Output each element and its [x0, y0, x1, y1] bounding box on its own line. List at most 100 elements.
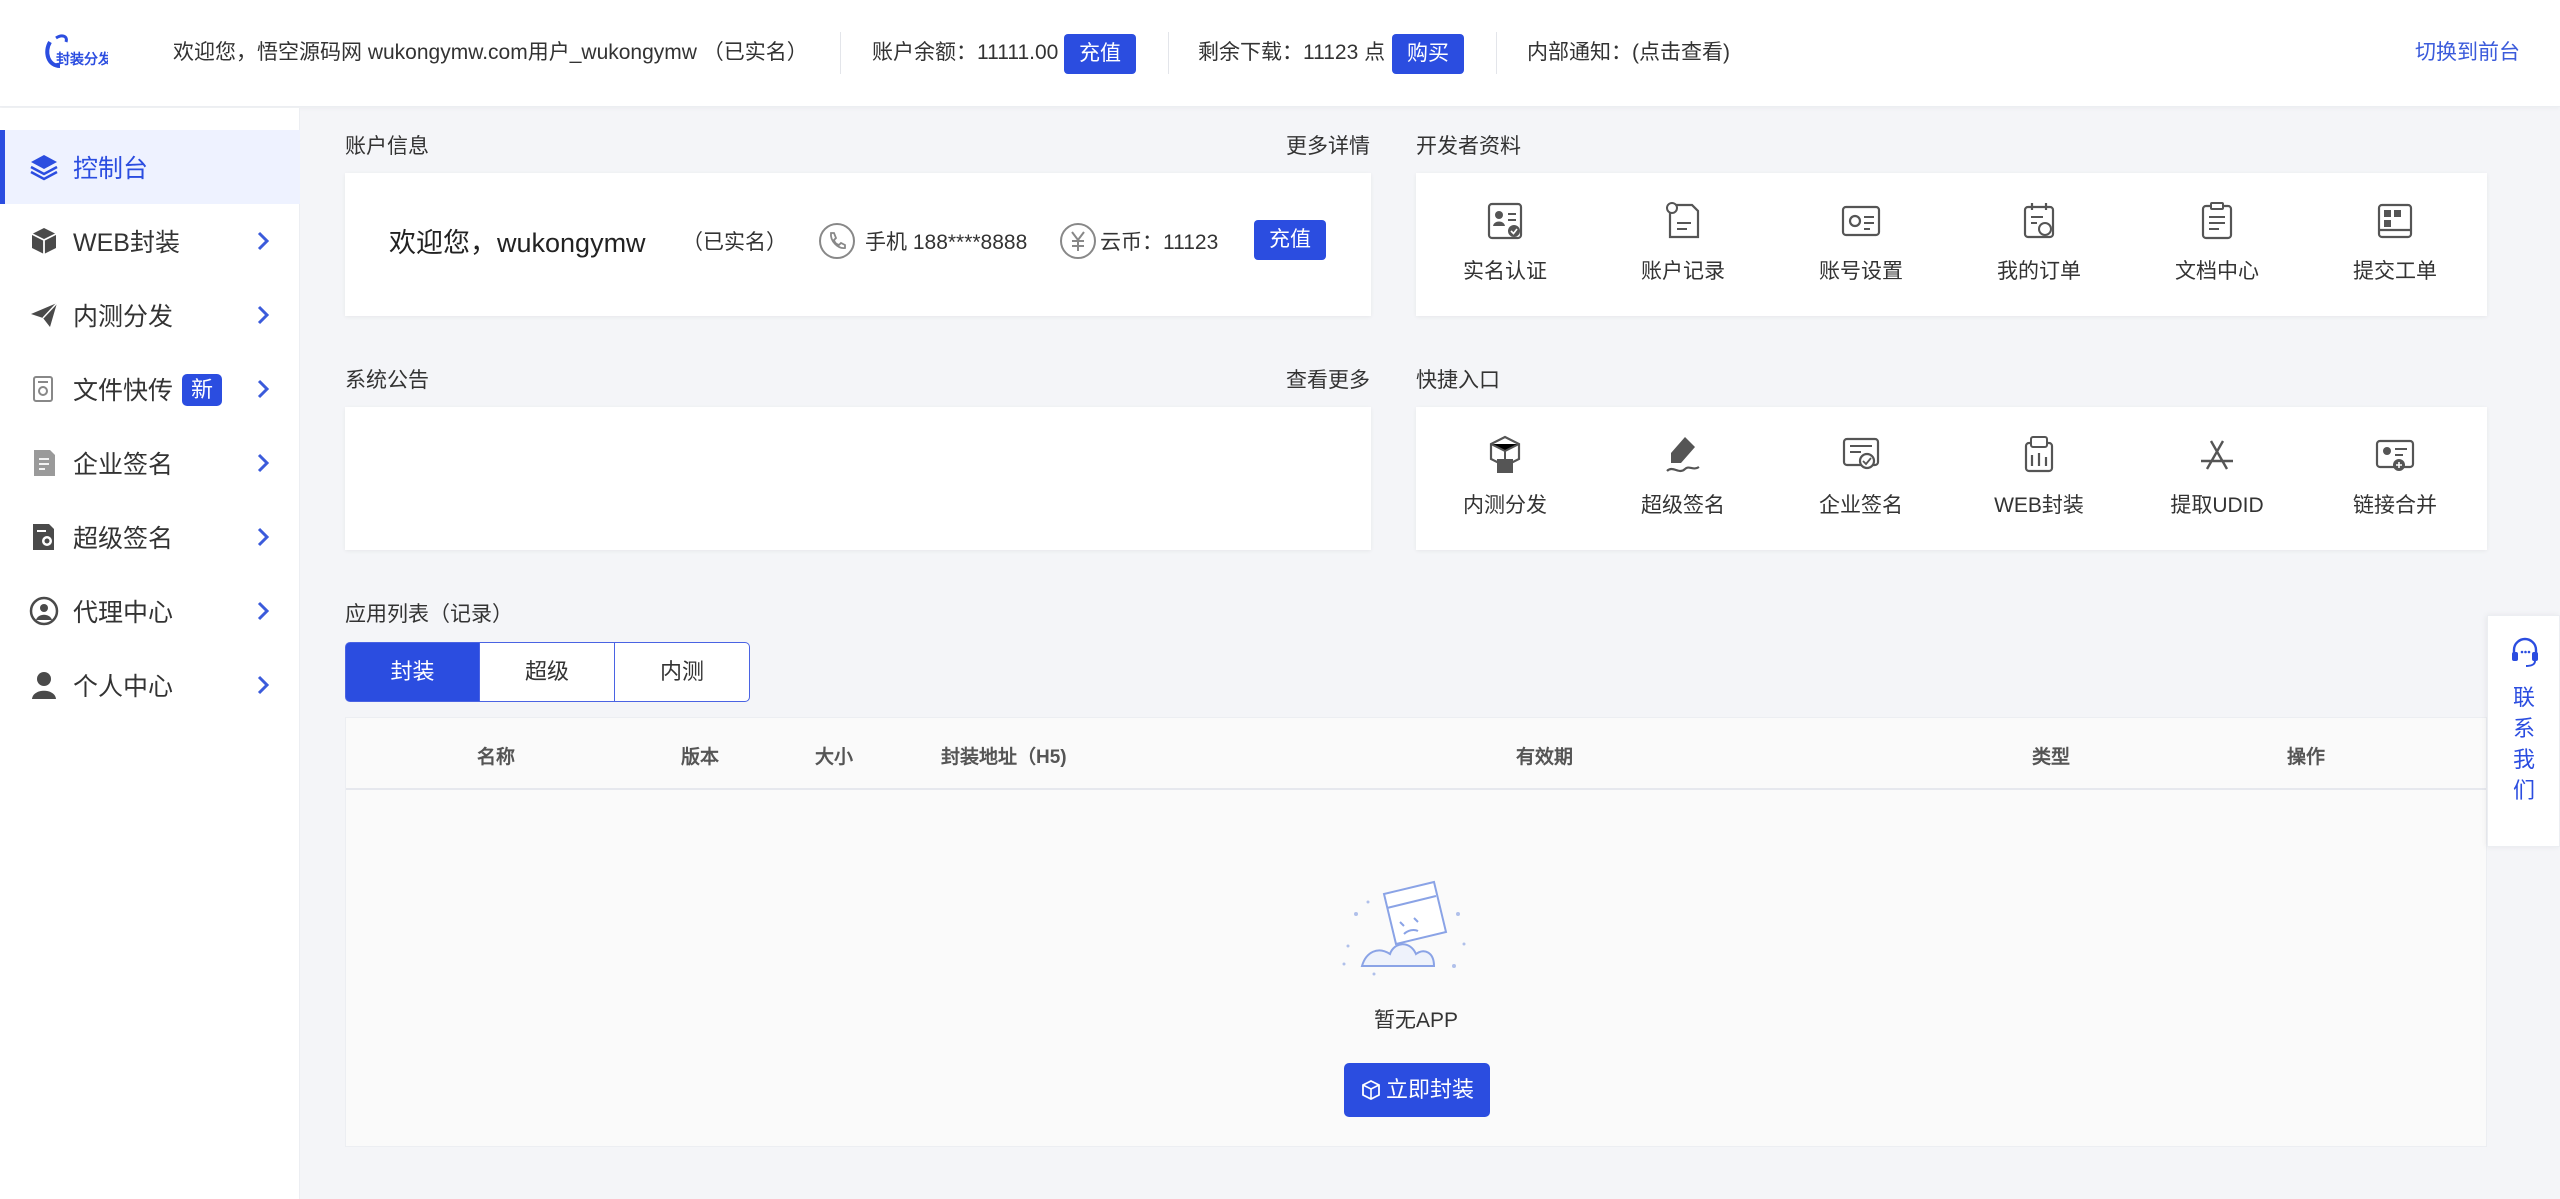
column-header: 有效期: [1516, 747, 1574, 768]
package-now-button[interactable]: 立即封装: [1344, 1063, 1490, 1117]
paper-plane-icon: [31, 302, 58, 327]
column-header: 版本: [681, 747, 720, 768]
dev-item-label: 账号设置: [1819, 260, 1903, 283]
phone-icon: [819, 223, 855, 259]
brand-logo-icon[interactable]: 封装分发: [42, 32, 108, 76]
sidebar-item-personal-center[interactable]: 个人中心: [0, 648, 300, 722]
quick-entry-card: 内测分发 超级签名 企业签名 WEB封装 提取UDID 链接合并: [1416, 407, 2487, 550]
divider: [840, 32, 841, 74]
downloads-text: 剩余下载：11123 点: [1198, 41, 1386, 64]
quick-item-link-merge[interactable]: 链接合并: [2320, 433, 2470, 553]
link-merge-icon: [2375, 439, 2415, 471]
coins-text: 云币：11123: [1100, 231, 1219, 254]
quick-item-label: 提取UDID: [2170, 494, 2264, 517]
agent-icon: [29, 596, 59, 626]
chevron-right-icon: [257, 601, 270, 621]
sidebar-item-beta-distribution[interactable]: 内测分发: [0, 278, 300, 352]
chevron-right-icon: [257, 231, 270, 251]
account-info-title: 账户信息: [345, 135, 429, 158]
sidebar-item-console[interactable]: 控制台: [0, 130, 300, 204]
empty-box-icon: [1342, 880, 1466, 976]
sidebar-item-label: 控制台: [73, 155, 149, 183]
ticket-icon: [2377, 203, 2413, 239]
dev-item-submit-ticket[interactable]: 提交工单: [2320, 199, 2470, 319]
document-sign-icon: [34, 450, 55, 476]
cube-icon: [1362, 1079, 1380, 1101]
switch-frontend-link[interactable]: 切换到前台: [2415, 38, 2520, 68]
dev-item-account-record[interactable]: 账户记录: [1608, 199, 1758, 319]
user-icon: [32, 672, 56, 699]
sidebar-item-enterprise-sign[interactable]: 企业签名: [0, 426, 300, 500]
chevron-right-icon: [257, 379, 270, 399]
cube-icon: [31, 228, 57, 254]
package-now-label: 立即封装: [1385, 1077, 1474, 1102]
clipboard-icon: [2201, 202, 2233, 240]
headset-icon: [2512, 637, 2538, 667]
internal-notice-link[interactable]: 内部通知：(点击查看): [1527, 38, 1730, 68]
app-store-icon: [2201, 440, 2233, 470]
dev-item-account-settings[interactable]: 账号设置: [1786, 199, 1936, 319]
empty-text: 暂无APP: [1373, 1009, 1459, 1032]
certificate-icon: [33, 524, 54, 550]
tab-package[interactable]: 封装: [345, 642, 480, 702]
dev-item-label: 文档中心: [2175, 260, 2259, 283]
welcome-text: 欢迎您，悟空源码网 wukongymw.com用户_wukongymw （已实名…: [173, 41, 808, 64]
sidebar: 控制台 WEB封装 内测分发 文件快传 新 企业签名 超级签名 代理中心 个人中…: [0, 108, 300, 1199]
topbar-recharge-button[interactable]: 充值: [1064, 34, 1136, 74]
balance-text: 账户余额：11111.00: [872, 41, 1059, 64]
new-badge: 新: [182, 374, 223, 406]
sidebar-item-label: 内测分发: [73, 303, 174, 331]
dev-item-label: 实名认证: [1463, 260, 1547, 283]
announcement-card: [345, 407, 1371, 550]
column-header: 封装地址（H5): [941, 747, 1067, 768]
enterprise-cert-icon: [1842, 437, 1880, 470]
id-verify-icon: [1487, 202, 1523, 240]
verified-label: （已实名）: [682, 231, 787, 254]
dev-item-my-orders[interactable]: 我的订单: [1964, 199, 2114, 319]
sidebar-item-super-sign[interactable]: 超级签名: [0, 500, 300, 574]
app-table: 名称 版本 大小 封装地址（H5) 有效期 类型 操作 暂无APP 立即封装: [345, 717, 2487, 1147]
quick-item-label: 链接合并: [2353, 494, 2437, 517]
sidebar-item-label: WEB封装: [73, 229, 180, 257]
yuan-coin-icon: [1060, 223, 1096, 259]
layers-icon: [30, 155, 58, 181]
buy-button[interactable]: 购买: [1392, 34, 1464, 74]
sidebar-item-agent-center[interactable]: 代理中心: [0, 574, 300, 648]
dev-item-real-name[interactable]: 实名认证: [1430, 199, 1580, 319]
announcement-more-link[interactable]: 查看更多: [1286, 364, 1370, 394]
tab-beta[interactable]: 内测: [615, 642, 750, 702]
account-record-icon: [1666, 202, 1700, 239]
sidebar-item-label: 代理中心: [73, 599, 174, 627]
tab-super[interactable]: 超级: [480, 642, 615, 702]
column-header: 大小: [815, 747, 854, 768]
quick-item-label: 内测分发: [1463, 494, 1547, 517]
sidebar-item-label: 个人中心: [73, 673, 174, 701]
sidebar-item-file-transfer[interactable]: 文件快传 新: [0, 352, 300, 426]
column-header: 类型: [2032, 747, 2071, 768]
phone-text: 手机 188****8888: [865, 231, 1028, 254]
sidebar-item-label: 超级签名: [73, 525, 174, 553]
chevron-right-icon: [257, 453, 270, 473]
app-list-title: 应用列表（记录）: [345, 603, 513, 626]
quick-item-beta-distribution[interactable]: 内测分发: [1430, 433, 1580, 553]
contact-us-label: 联系我们: [2512, 685, 2535, 803]
quick-item-super-sign[interactable]: 超级签名: [1608, 433, 1758, 553]
quick-item-web-package[interactable]: WEB封装: [1964, 433, 2114, 553]
quick-entry-title: 快捷入口: [1416, 369, 1500, 392]
column-header: 名称: [477, 747, 516, 768]
quick-item-label: 超级签名: [1641, 494, 1725, 517]
divider: [1168, 32, 1169, 74]
dev-item-doc-center[interactable]: 文档中心: [2142, 199, 2292, 319]
account-greeting: 欢迎您，wukongymw: [389, 228, 646, 258]
quick-item-label: 企业签名: [1819, 494, 1903, 517]
quick-item-extract-udid[interactable]: 提取UDID: [2142, 433, 2292, 553]
account-more-link[interactable]: 更多详情: [1286, 130, 1370, 160]
contact-us-widget[interactable]: 联系我们: [2487, 615, 2560, 847]
chevron-right-icon: [257, 675, 270, 695]
settings-card-icon: [1841, 205, 1881, 237]
account-recharge-button[interactable]: 充值: [1254, 220, 1326, 260]
quick-item-label: WEB封装: [1994, 494, 2084, 517]
sidebar-item-label: 企业签名: [73, 451, 174, 479]
sidebar-item-web-package[interactable]: WEB封装: [0, 204, 300, 278]
quick-item-enterprise-sign[interactable]: 企业签名: [1786, 433, 1936, 553]
